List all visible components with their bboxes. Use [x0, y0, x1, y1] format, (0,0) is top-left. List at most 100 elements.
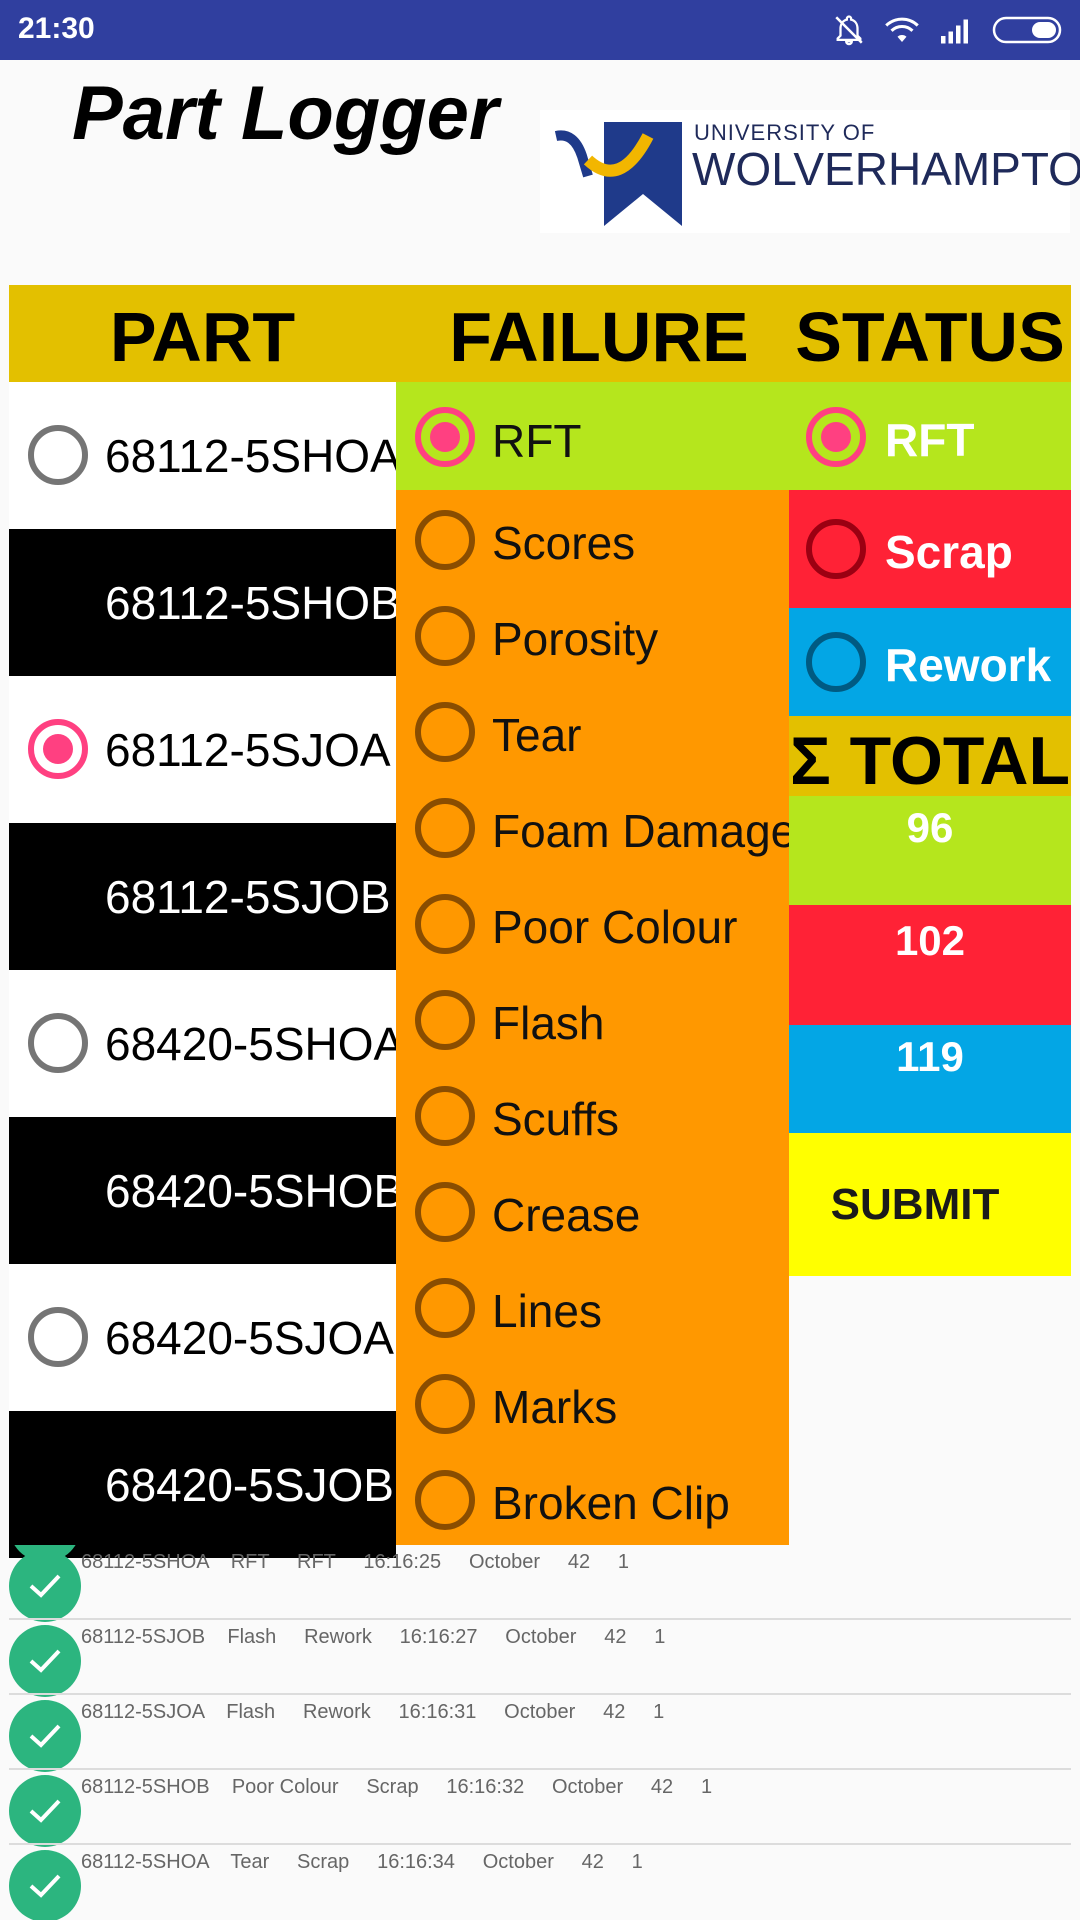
part-label: 68420-5SJOB	[105, 1459, 394, 1511]
failure-option[interactable]: Marks	[396, 1354, 789, 1450]
log-list[interactable]: 68112-5SHOA RFT RFT 16:16:25 October 42 …	[0, 1545, 1080, 1920]
failure-radio[interactable]	[415, 990, 475, 1050]
failure-radio-group: RFT Scores Porosity Tear Foam Damage Poo…	[396, 382, 796, 1546]
status-option-scrap[interactable]: Scrap	[789, 490, 1071, 608]
failure-radio[interactable]	[415, 407, 475, 467]
log-entry-text: 68112-5SHOA Tear Scrap 16:16:34 October …	[81, 1851, 643, 1873]
failure-option[interactable]: Crease	[396, 1162, 789, 1258]
status-icons	[832, 10, 1066, 50]
part-label: 68112-5SHOA	[105, 430, 396, 482]
logo-line2: WOLVERHAMPTON	[692, 143, 1080, 195]
failure-option[interactable]: Tear	[396, 682, 789, 778]
check-circle-icon	[9, 1550, 81, 1622]
failure-option[interactable]: Scuffs	[396, 1066, 789, 1162]
failure-radio[interactable]	[415, 1182, 475, 1242]
ribbon-icon	[548, 116, 688, 233]
failure-label: Crease	[492, 1189, 641, 1241]
failure-label: Scores	[492, 517, 636, 569]
submit-button[interactable]: SUBMIT	[789, 1133, 1071, 1276]
status-label-rft: RFT	[885, 414, 975, 466]
column-headers: PART FAILURE STATUS	[9, 285, 1071, 382]
failure-label: Broken Clip	[492, 1477, 730, 1529]
status-radio-rework[interactable]	[806, 632, 866, 692]
list-item[interactable]: 68112-5SHOA Tear Scrap 16:16:34 October …	[0, 1845, 1080, 1920]
failure-option[interactable]: Scores	[396, 490, 789, 586]
check-circle-icon	[9, 1625, 81, 1697]
part-label: 68112-5SJOA	[105, 724, 391, 776]
total-label: Σ TOTAL	[789, 723, 1071, 799]
log-entry-text: 68112-5SHOA RFT RFT 16:16:25 October 42 …	[81, 1551, 630, 1573]
failure-radio[interactable]	[415, 894, 475, 954]
app-title: Part Logger	[72, 71, 499, 156]
failure-radio[interactable]	[415, 1278, 475, 1338]
bell-off-icon	[832, 13, 866, 47]
part-option[interactable]: 68112-5SHOA	[9, 382, 396, 529]
failure-label: Scuffs	[492, 1093, 619, 1145]
part-radio[interactable]	[28, 1013, 88, 1073]
failure-label: Tear	[492, 709, 582, 761]
failure-label: Marks	[492, 1381, 618, 1433]
failure-option[interactable]: Porosity	[396, 586, 789, 682]
failure-radio[interactable]	[415, 1374, 475, 1434]
signal-icon	[938, 15, 974, 45]
log-entry-text: 68112-5SHOB Poor Colour Scrap 16:16:32 O…	[81, 1776, 713, 1798]
failure-label: Poor Colour	[492, 901, 738, 953]
part-radio[interactable]	[28, 719, 88, 779]
failure-radio[interactable]	[415, 606, 475, 666]
failure-label: Porosity	[492, 613, 659, 665]
status-option-rework[interactable]: Rework	[789, 608, 1071, 716]
status-option-rft[interactable]: RFT	[789, 382, 1071, 490]
failure-radio[interactable]	[415, 798, 475, 858]
status-panel: RFT Scrap Rework Σ TOTAL 96 102 119 SUBM…	[789, 382, 1071, 1276]
part-option[interactable]: 68112-5SJOB	[9, 823, 396, 970]
failure-radio[interactable]	[415, 702, 475, 762]
total-header: Σ TOTAL	[789, 716, 1071, 799]
status-bar: 21:30	[0, 0, 1080, 60]
part-option[interactable]: 68420-5SJOA	[9, 1264, 396, 1411]
check-circle-icon	[9, 1775, 81, 1847]
part-radio-group: 68112-5SHOA 68112-5SHOB 68112-5SJOA 6811…	[9, 382, 396, 1558]
status-radio-rft[interactable]	[806, 407, 866, 467]
failure-label: Lines	[492, 1285, 602, 1337]
part-option[interactable]: 68112-5SJOA	[9, 676, 396, 823]
failure-label: Flash	[492, 997, 605, 1049]
total-rft-count: 96	[789, 796, 1071, 905]
list-item[interactable]: 68112-5SHOB Poor Colour Scrap 16:16:32 O…	[0, 1770, 1080, 1847]
log-entry-text: 68112-5SJOB Flash Rework 16:16:27 Octobe…	[81, 1626, 666, 1648]
total-scrap-count: 102	[789, 905, 1071, 1025]
total-rework-count: 119	[789, 1025, 1071, 1133]
failure-label: RFT	[492, 415, 582, 467]
status-radio-scrap[interactable]	[806, 519, 866, 579]
failure-option[interactable]: Lines	[396, 1258, 789, 1354]
part-option[interactable]: 68420-5SJOB	[9, 1411, 396, 1558]
header-status: STATUS	[795, 298, 1065, 376]
part-label: 68112-5SHOB	[105, 577, 396, 629]
part-label: 68420-5SJOA	[105, 1312, 394, 1364]
battery-icon	[992, 15, 1066, 45]
failure-radio[interactable]	[415, 1086, 475, 1146]
wifi-icon	[884, 15, 920, 45]
failure-option[interactable]: Broken Clip	[396, 1450, 789, 1546]
list-item[interactable]: 68112-5SJOA Flash Rework 16:16:31 Octobe…	[0, 1695, 1080, 1772]
part-option[interactable]: 68112-5SHOB	[9, 529, 396, 676]
header-failure: FAILURE	[449, 298, 749, 376]
failure-label: Foam Damage	[492, 805, 797, 857]
list-item[interactable]: 68112-5SHOA RFT RFT 16:16:25 October 42 …	[0, 1545, 1080, 1622]
check-circle-icon	[9, 1700, 81, 1772]
failure-option[interactable]: Poor Colour	[396, 874, 789, 970]
failure-option[interactable]: Foam Damage	[396, 778, 796, 874]
check-circle-icon	[9, 1850, 81, 1920]
status-label-scrap: Scrap	[885, 526, 1013, 578]
part-option[interactable]: 68420-5SHOB	[9, 1117, 396, 1264]
failure-radio[interactable]	[415, 510, 475, 570]
list-item[interactable]: 68112-5SJOB Flash Rework 16:16:27 Octobe…	[0, 1620, 1080, 1697]
failure-option[interactable]: Flash	[396, 970, 789, 1066]
part-label: 68112-5SJOB	[105, 871, 391, 923]
part-radio[interactable]	[28, 1307, 88, 1367]
failure-option[interactable]: RFT	[396, 382, 789, 490]
part-label: 68420-5SHOA	[105, 1018, 396, 1070]
failure-radio[interactable]	[415, 1470, 475, 1530]
part-radio[interactable]	[28, 425, 88, 485]
part-label: 68420-5SHOB	[105, 1165, 396, 1217]
part-option[interactable]: 68420-5SHOA	[9, 970, 396, 1117]
